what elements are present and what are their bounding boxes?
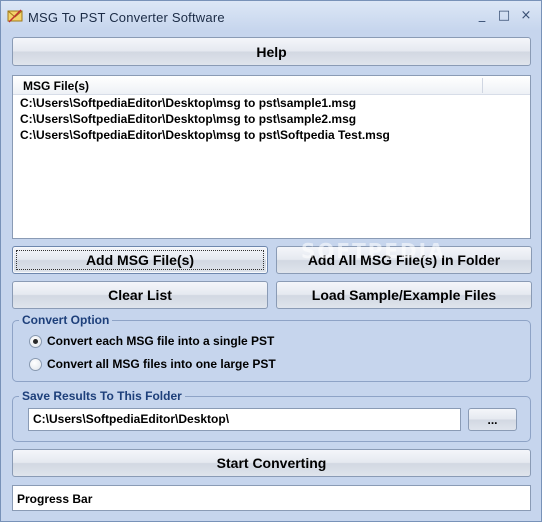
close-icon[interactable]: × [516, 6, 536, 26]
focus-ring [16, 250, 264, 270]
minimize-icon[interactable]: _ [472, 6, 492, 26]
option-one-large-pst[interactable]: Convert all MSG files into one large PST [29, 357, 276, 371]
maximize-icon[interactable]: □ [494, 6, 514, 26]
radio-checked-icon[interactable] [29, 334, 42, 348]
save-results-title: Save Results To This Folder [19, 389, 185, 403]
list-item[interactable]: C:\Users\SoftpediaEditor\Desktop\msg to … [20, 112, 356, 126]
msg-file-list[interactable]: MSG File(s) C:\Users\SoftpediaEditor\Des… [12, 75, 531, 239]
browse-button[interactable]: ... [468, 408, 517, 431]
option-one-large-pst-label: Convert all MSG files into one large PST [47, 357, 276, 371]
list-item[interactable]: C:\Users\SoftpediaEditor\Desktop\msg to … [20, 128, 390, 142]
load-sample-files-button[interactable]: Load Sample/Example Files [276, 281, 532, 309]
help-button[interactable]: Help [12, 37, 531, 66]
output-folder-field[interactable]: C:\Users\SoftpediaEditor\Desktop\ [28, 408, 461, 431]
watermark: SOFTPEDIA [301, 239, 446, 263]
window-title: MSG To PST Converter Software [28, 10, 225, 25]
clear-list-label: Clear List [108, 287, 172, 303]
list-header-label: MSG File(s) [23, 79, 90, 93]
main-window: MSG To PST Converter Software _ □ × Help… [0, 0, 542, 522]
browse-button-label: ... [487, 412, 498, 427]
start-converting-button[interactable]: Start Converting [12, 449, 531, 477]
convert-option-group: Convert Option Convert each MSG file int… [12, 313, 531, 382]
load-sample-files-label: Load Sample/Example Files [311, 287, 497, 303]
list-header[interactable]: MSG File(s) [13, 76, 530, 95]
option-single-pst[interactable]: Convert each MSG file into a single PST [29, 334, 274, 348]
help-button-label: Help [256, 43, 287, 60]
option-single-pst-label: Convert each MSG file into a single PST [47, 334, 275, 348]
title-bar[interactable]: MSG To PST Converter Software _ □ × [1, 1, 541, 31]
progress-bar: Progress Bar [12, 485, 531, 511]
add-msg-files-button[interactable]: Add MSG File(s) [12, 246, 268, 274]
list-item[interactable]: C:\Users\SoftpediaEditor\Desktop\msg to … [20, 96, 356, 110]
app-icon [7, 9, 23, 23]
start-converting-label: Start Converting [216, 455, 327, 471]
column-separator[interactable] [482, 78, 483, 93]
convert-option-title: Convert Option [19, 313, 113, 327]
radio-unchecked-icon[interactable] [29, 357, 42, 371]
save-results-group: Save Results To This Folder C:\Users\Sof… [12, 389, 531, 442]
clear-list-button[interactable]: Clear List [12, 281, 268, 309]
